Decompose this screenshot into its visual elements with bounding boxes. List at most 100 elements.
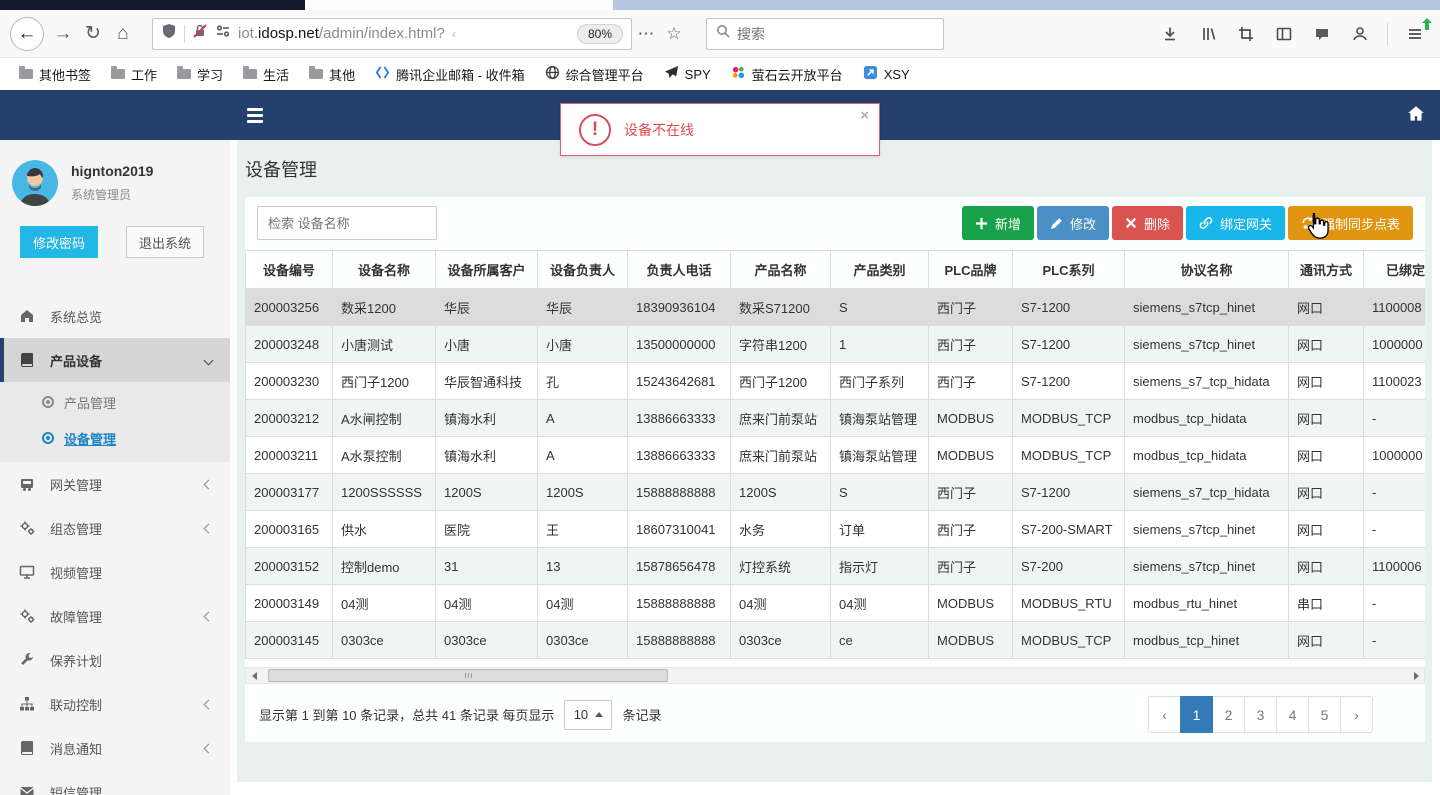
- col-phone[interactable]: 负责人电话: [627, 250, 731, 289]
- bookmark-mgmt-platform[interactable]: 综合管理平台: [538, 62, 651, 87]
- bookmark-study[interactable]: 学习: [170, 62, 230, 87]
- bookmark-star-button[interactable]: ☆: [660, 20, 688, 48]
- browser-search-box[interactable]: [706, 17, 944, 50]
- bookmark-misc[interactable]: 其他: [302, 62, 362, 87]
- page-next[interactable]: ›: [1340, 696, 1373, 733]
- downloads-button[interactable]: [1155, 19, 1185, 49]
- sidebar-item-device-management[interactable]: 设备管理: [0, 420, 230, 456]
- col-protocol[interactable]: 协议名称: [1124, 250, 1289, 289]
- folder-icon: [309, 66, 324, 79]
- cell-product-category: 镇海泵站管理: [830, 399, 929, 437]
- color-dots-icon: [731, 65, 746, 83]
- back-button[interactable]: ←: [10, 16, 44, 51]
- insecure-lock-icon[interactable]: [192, 23, 208, 44]
- page-3[interactable]: 3: [1244, 696, 1277, 733]
- cell-plc-brand: 西门子: [928, 547, 1013, 585]
- col-device-id[interactable]: 设备编号: [245, 250, 333, 289]
- delete-button[interactable]: 删除: [1111, 206, 1183, 240]
- col-product-category[interactable]: 产品类别: [830, 250, 929, 289]
- col-bound-gateway[interactable]: 已绑定网关: [1363, 250, 1425, 289]
- bookmark-ezviz[interactable]: 萤石云开放平台: [724, 62, 850, 87]
- sidebar-item-configuration-management[interactable]: 组态管理: [0, 506, 230, 550]
- sidebar-item-linkage-control[interactable]: 联动控制: [0, 682, 230, 726]
- bookmark-label: 腾讯企业邮箱 - 收件箱: [396, 67, 525, 83]
- page-actions-button[interactable]: ⋯: [632, 20, 660, 48]
- bookmark-spy[interactable]: SPY: [657, 62, 718, 86]
- browser-home-button[interactable]: ⌂: [108, 19, 138, 49]
- forward-button[interactable]: →: [48, 19, 78, 49]
- reload-button[interactable]: ↻: [78, 19, 108, 49]
- table-row[interactable]: 200003212 A水闸控制 镇海水利 A 13886663333 庶来门前泵…: [245, 399, 1425, 437]
- bookmark-other[interactable]: 其他书签: [12, 62, 98, 87]
- account-button[interactable]: [1345, 19, 1375, 49]
- scroll-left-arrow[interactable]: [246, 668, 262, 683]
- page-5[interactable]: 5: [1308, 696, 1341, 733]
- sidebar-item-message-notification[interactable]: 消息通知: [0, 726, 230, 770]
- horizontal-scrollbar[interactable]: [245, 667, 1425, 684]
- table-row[interactable]: 200003230 西门子1200 华辰智通科技 孔 15243642681 西…: [245, 362, 1425, 400]
- bookmark-xsy[interactable]: XSY: [856, 62, 917, 86]
- sidebar-item-gateway-management[interactable]: 网关管理: [0, 462, 230, 506]
- sidebar-toggle-button[interactable]: [247, 105, 265, 125]
- col-customer[interactable]: 设备所属客户: [435, 250, 538, 289]
- app-menu-button[interactable]: [1400, 17, 1432, 49]
- device-search-input[interactable]: [257, 206, 437, 240]
- table-row[interactable]: 200003145 0303ce 0303ce 0303ce 158888888…: [245, 621, 1425, 659]
- zoom-level-badge[interactable]: 80%: [576, 23, 623, 44]
- cell-product-category: ce: [830, 621, 929, 659]
- table-row[interactable]: 200003256 数采1200 华辰 华辰 18390936104 数采S71…: [245, 288, 1425, 326]
- table-row[interactable]: 200003248 小唐测试 小唐 小唐 13500000000 字符串1200…: [245, 325, 1425, 363]
- col-product-name[interactable]: 产品名称: [730, 250, 831, 289]
- col-device-name[interactable]: 设备名称: [332, 250, 436, 289]
- sidebar-item-maintenance-plan[interactable]: 保养计划: [0, 638, 230, 682]
- scroll-right-arrow[interactable]: [1408, 668, 1424, 683]
- change-password-button[interactable]: 修改密码: [20, 226, 99, 258]
- cell-device-name: 西门子1200: [332, 362, 436, 400]
- page-prev[interactable]: ‹: [1148, 696, 1181, 733]
- cell-protocol: siemens_s7_tcp_hidata: [1124, 362, 1289, 400]
- table-row[interactable]: 200003211 A水泵控制 镇海水利 A 13886663333 庶来门前泵…: [245, 436, 1425, 474]
- site-permissions-icon[interactable]: [215, 23, 231, 44]
- page-size-dropdown[interactable]: 10: [564, 699, 613, 730]
- add-button[interactable]: 新增: [961, 206, 1034, 240]
- table-row[interactable]: 200003165 供水 医院 王 18607310041 水务 订单 西门子 …: [245, 510, 1425, 548]
- sidebar-item-video-management[interactable]: 视频管理: [0, 550, 230, 594]
- logout-button[interactable]: 退出系统: [126, 226, 205, 258]
- chat-button[interactable]: [1307, 19, 1337, 49]
- page-4[interactable]: 4: [1276, 696, 1309, 733]
- bookmark-life[interactable]: 生活: [236, 62, 296, 87]
- scrollbar-thumb[interactable]: [268, 669, 668, 682]
- bind-gateway-button[interactable]: 绑定网关: [1185, 206, 1285, 240]
- browser-search-input[interactable]: [737, 25, 934, 42]
- cell-product-name: 水务: [730, 510, 831, 548]
- sidebar-item-product-device[interactable]: 产品设备: [0, 338, 230, 382]
- sidebar-item-system-overview[interactable]: 系统总览: [0, 294, 230, 338]
- cell-product-name: 庶来门前泵站: [730, 436, 831, 474]
- col-comm-method[interactable]: 通讯方式: [1288, 250, 1364, 289]
- table-row[interactable]: 200003177 1200SSSSSS 1200S 1200S 1588888…: [245, 473, 1425, 511]
- screenshot-button[interactable]: [1231, 19, 1261, 49]
- summary-text: 显示第 1 到第 10 条记录，总共 41 条记录 每页显示: [259, 708, 555, 723]
- table-row[interactable]: 200003149 04测 04测 04测 15888888888 04测 04…: [245, 584, 1425, 622]
- book-icon: [18, 352, 36, 368]
- bookmark-work[interactable]: 工作: [104, 62, 164, 87]
- app-home-button[interactable]: [1406, 104, 1426, 129]
- bookmark-tencent-mail[interactable]: 腾讯企业邮箱 - 收件箱: [368, 62, 532, 87]
- page-1[interactable]: 1: [1180, 696, 1213, 733]
- table-row[interactable]: 200003152 控制demo 31 13 15878656478 灯控系统 …: [245, 547, 1425, 585]
- reader-mode-icon[interactable]: ‹: [452, 27, 456, 41]
- sidebars-button[interactable]: [1269, 19, 1299, 49]
- sidebar-item-product-management[interactable]: 产品管理: [0, 384, 230, 420]
- col-plc-brand[interactable]: PLC品牌: [928, 250, 1013, 289]
- library-button[interactable]: [1193, 19, 1223, 49]
- edit-button[interactable]: 修改: [1036, 206, 1109, 240]
- tracking-shield-icon[interactable]: [161, 23, 177, 44]
- url-bar[interactable]: iot.idosp.net/admin/index.html? ‹ 80%: [152, 17, 632, 50]
- sidebar-item-fault-management[interactable]: 故障管理: [0, 594, 230, 638]
- alert-close-button[interactable]: ×: [860, 107, 869, 124]
- sidebar-item-sms-management[interactable]: 短信管理: [0, 770, 230, 795]
- folder-icon: [111, 66, 126, 79]
- col-plc-series[interactable]: PLC系列: [1012, 250, 1125, 289]
- col-owner[interactable]: 设备负责人: [537, 250, 628, 289]
- page-2[interactable]: 2: [1212, 696, 1245, 733]
